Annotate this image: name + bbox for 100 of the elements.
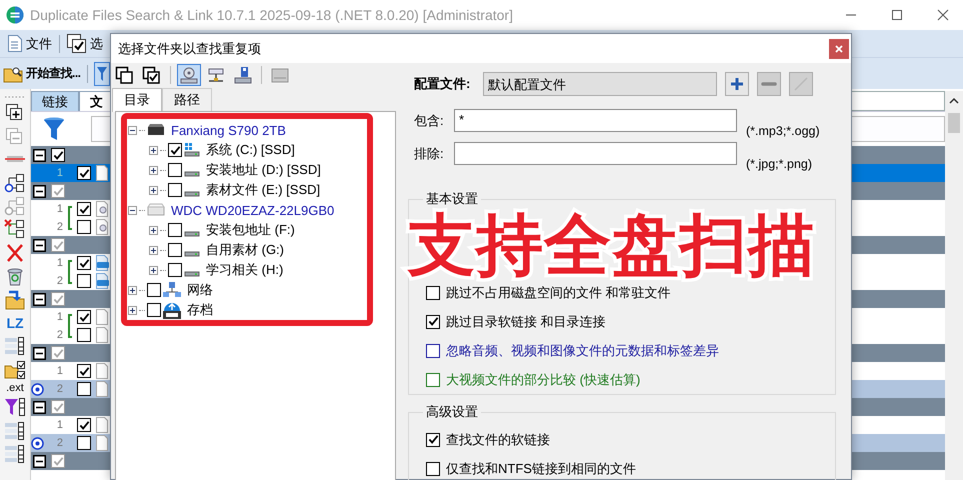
folder-tree[interactable]: Fanxiang S790 2TB 系统 (C:) [SSD] 安装地址 (D:) [SSD] 素材文件 (E:) [SSD] WDC WD20EZAZ-22L9GB0 安装包地址 (F:) 自用素材 (G:) 学习相关 (H:) 网络 存档: [115, 111, 396, 480]
checkbox[interactable]: [426, 314, 440, 328]
tree-item[interactable]: Fanxiang S790 2TB: [171, 122, 286, 138]
checkbox[interactable]: [147, 283, 161, 297]
checkbox[interactable]: [51, 454, 65, 468]
tree-item[interactable]: WDC WD20EZAZ-22L9GB0: [171, 202, 334, 218]
checkbox[interactable]: [51, 184, 65, 198]
close-button[interactable]: [829, 38, 849, 58]
checkbox[interactable]: [51, 400, 65, 414]
checkbox[interactable]: [51, 346, 65, 360]
arrow-up-icon[interactable]: [949, 97, 959, 105]
checkbox[interactable]: [51, 148, 65, 162]
option-label[interactable]: 查找文件的软链接: [446, 430, 550, 448]
include-field[interactable]: *: [454, 109, 737, 132]
collapse-icon[interactable]: [128, 206, 137, 214]
tree-checkbox-icon[interactable]: [4, 196, 26, 216]
menu-item[interactable]: 选: [90, 34, 103, 52]
checkbox[interactable]: [168, 263, 182, 277]
option-label[interactable]: 跳过不占用磁盘空间的文件 和常驻文件: [446, 284, 671, 302]
expand-icon[interactable]: [149, 166, 158, 174]
profile-field[interactable]: 默认配置文件: [483, 72, 717, 96]
start-search-button[interactable]: 开始查找...: [26, 65, 81, 82]
add-button[interactable]: [725, 72, 749, 96]
scrollbar[interactable]: [945, 91, 963, 480]
tab[interactable]: 链接: [31, 91, 79, 111]
checkbox[interactable]: [168, 223, 182, 237]
radio-button[interactable]: [31, 436, 44, 450]
checkbox[interactable]: [77, 436, 91, 450]
collapse-icon[interactable]: [33, 292, 46, 306]
checkbox[interactable]: [168, 163, 182, 177]
expand-icon[interactable]: [128, 306, 137, 314]
tree-item[interactable]: 系统 (C:) [SSD]: [206, 141, 295, 159]
expand-icon[interactable]: [149, 226, 158, 234]
folder-arrow-icon[interactable]: [4, 290, 26, 310]
document-icon[interactable]: [8, 35, 22, 52]
tab[interactable]: 目录: [112, 88, 162, 112]
checkbox[interactable]: [426, 286, 440, 300]
checkbox[interactable]: [77, 256, 91, 270]
checkbox[interactable]: [77, 364, 91, 378]
checkbox[interactable]: [426, 372, 440, 386]
checkbox[interactable]: [426, 344, 440, 358]
checkbox[interactable]: [77, 418, 91, 432]
collapse-icon[interactable]: [33, 400, 46, 414]
expand-icon[interactable]: [149, 266, 158, 274]
radio-button[interactable]: [31, 382, 44, 396]
checkbox[interactable]: [426, 462, 440, 476]
column-checkbox-icon[interactable]: [4, 420, 26, 441]
collapse-icon[interactable]: [33, 238, 46, 252]
checkbox[interactable]: [77, 166, 91, 180]
checkbox[interactable]: [77, 328, 91, 342]
column-checkbox-icon[interactable]: [4, 444, 26, 464]
plus-icon[interactable]: [729, 76, 745, 92]
checkbox[interactable]: [168, 143, 182, 157]
tool-label[interactable]: .ext: [6, 383, 24, 394]
maximize-icon[interactable]: [891, 9, 903, 21]
collapse-icon[interactable]: [33, 184, 46, 198]
collapse-icon[interactable]: [33, 346, 46, 360]
exclude-field[interactable]: [454, 142, 737, 165]
expand-icon[interactable]: [128, 286, 137, 294]
expand-icon[interactable]: [149, 146, 158, 154]
row-number: 2: [56, 329, 63, 341]
collapse-icon[interactable]: [128, 126, 137, 134]
tree-delete-icon[interactable]: [4, 219, 26, 240]
checkbox[interactable]: [426, 432, 440, 446]
tree-item[interactable]: 存档: [187, 301, 213, 319]
checkbox[interactable]: [51, 238, 65, 252]
checkbox[interactable]: [77, 220, 91, 234]
tree-item[interactable]: 安装地址 (D:) [SSD]: [206, 161, 321, 179]
close-icon[interactable]: [937, 9, 949, 21]
tree-checkbox-icon[interactable]: [4, 172, 26, 193]
tree-item[interactable]: 网络: [187, 281, 213, 299]
tree-item[interactable]: 安装包地址 (F:): [206, 221, 295, 239]
option-label[interactable]: 仅查找和NTFS链接到相同的文件: [446, 460, 636, 478]
collapse-icon[interactable]: [33, 454, 46, 468]
option-label[interactable]: 忽略音频、视频和图像文件的元数据和标签差异: [446, 342, 719, 360]
column-checkbox-icon[interactable]: [4, 336, 26, 356]
delete-icon[interactable]: [4, 242, 26, 263]
option-label[interactable]: 大视频文件的部分比较 (快速估算): [446, 370, 640, 388]
checkbox-stack-icon[interactable]: [67, 34, 86, 53]
folder-checkbox-icon[interactable]: [4, 360, 26, 380]
option-label[interactable]: 跳过目录软链接 和目录连接: [446, 312, 606, 330]
checkbox[interactable]: [77, 310, 91, 324]
tab[interactable]: 路径: [162, 88, 212, 111]
grip-handle[interactable]: [4, 95, 26, 99]
filter-button[interactable]: [94, 62, 110, 86]
checkbox[interactable]: [168, 243, 182, 257]
scrollbar-thumb[interactable]: [948, 113, 960, 133]
checkbox[interactable]: [51, 292, 65, 306]
expand-icon[interactable]: [149, 186, 158, 194]
expand-icon[interactable]: [149, 246, 158, 254]
tree-item[interactable]: 素材文件 (E:) [SSD]: [206, 181, 320, 199]
tool-label[interactable]: LZ: [6, 312, 24, 333]
menu-item[interactable]: 文件: [26, 34, 52, 52]
checkbox[interactable]: [77, 202, 91, 216]
checkbox[interactable]: [77, 382, 91, 396]
checkbox[interactable]: [77, 274, 91, 288]
checkbox[interactable]: [168, 183, 182, 197]
funnel-icon[interactable]: [4, 397, 26, 418]
checkbox[interactable]: [147, 303, 161, 317]
collapse-icon[interactable]: [33, 148, 46, 162]
